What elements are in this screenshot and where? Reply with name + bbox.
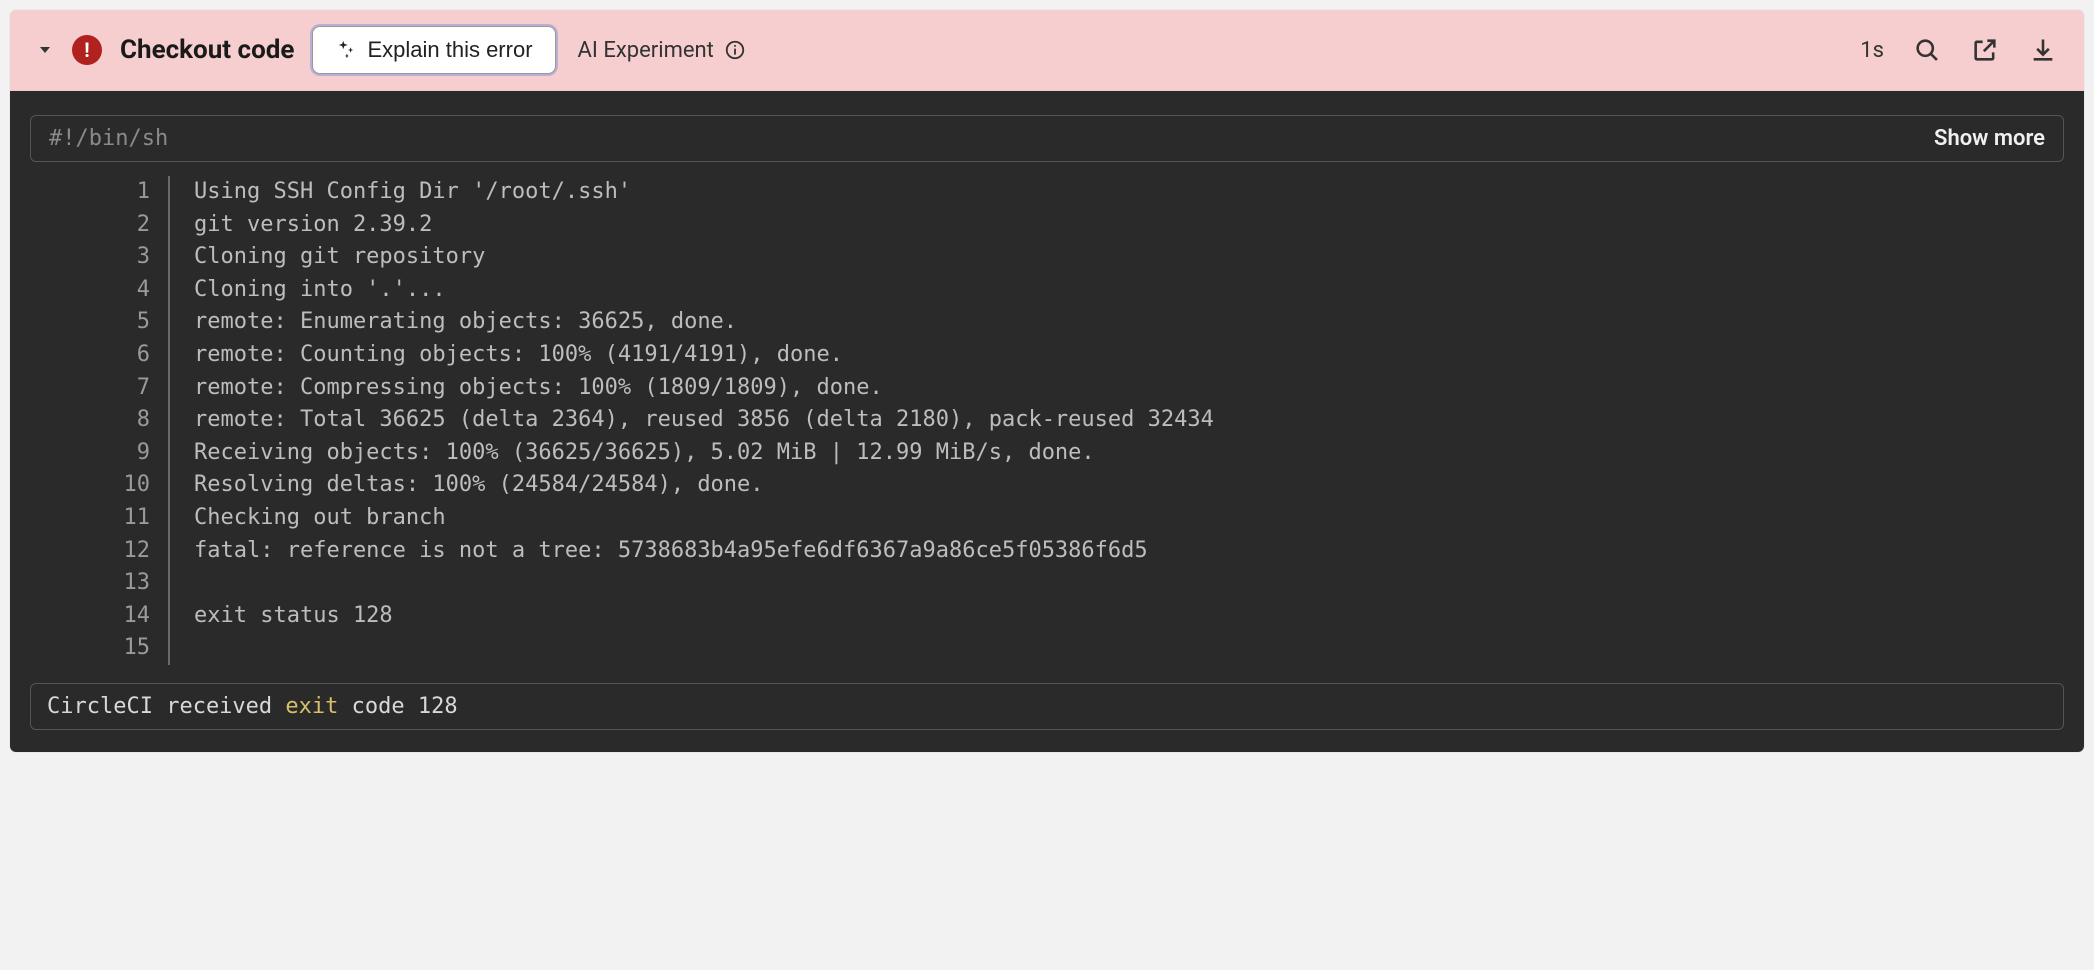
footer-keyword: exit [285, 694, 338, 719]
line-number: 12 [30, 535, 170, 568]
log-line [170, 632, 2064, 665]
show-more-button[interactable]: Show more [1934, 126, 2045, 151]
line-number: 8 [30, 404, 170, 437]
log-line: Checking out branch [170, 502, 2064, 535]
line-number: 6 [30, 339, 170, 372]
command-text: #!/bin/sh [49, 126, 168, 151]
step-panel: ! Checkout code Explain this error AI Ex… [10, 10, 2084, 752]
exit-code-footer: CircleCI received exit code 128 [30, 683, 2064, 730]
log-line: exit status 128 [170, 600, 2064, 633]
line-number: 1 [30, 176, 170, 209]
footer-prefix: CircleCI received [47, 694, 285, 719]
search-icon[interactable] [1912, 35, 1942, 65]
log-line: fatal: reference is not a tree: 5738683b… [170, 535, 2064, 568]
line-number: 2 [30, 209, 170, 242]
log-output: 1Using SSH Config Dir '/root/.ssh'2git v… [30, 176, 2064, 665]
line-number: 3 [30, 241, 170, 274]
ai-experiment-label: AI Experiment [578, 38, 714, 63]
ai-experiment-label-group: AI Experiment [578, 38, 746, 63]
step-body: #!/bin/sh Show more 1Using SSH Config Di… [10, 91, 2084, 752]
explain-error-label: Explain this error [367, 37, 532, 63]
step-title: Checkout code [120, 35, 294, 65]
line-number: 11 [30, 502, 170, 535]
log-line: Receiving objects: 100% (36625/36625), 5… [170, 437, 2064, 470]
log-line: remote: Enumerating objects: 36625, done… [170, 306, 2064, 339]
explain-error-button[interactable]: Explain this error [312, 26, 555, 74]
sparkle-icon [335, 39, 357, 61]
line-number: 7 [30, 372, 170, 405]
step-header[interactable]: ! Checkout code Explain this error AI Ex… [10, 10, 2084, 91]
caret-down-icon[interactable] [36, 41, 54, 59]
line-number: 10 [30, 469, 170, 502]
error-status-icon: ! [72, 35, 102, 65]
log-line: Cloning git repository [170, 241, 2064, 274]
step-header-right: 1s [1860, 35, 2058, 65]
command-bar: #!/bin/sh Show more [30, 115, 2064, 162]
step-duration: 1s [1860, 38, 1884, 63]
line-number: 13 [30, 567, 170, 600]
log-line: Cloning into '.'... [170, 274, 2064, 307]
open-external-icon[interactable] [1970, 35, 2000, 65]
download-icon[interactable] [2028, 35, 2058, 65]
log-line: Resolving deltas: 100% (24584/24584), do… [170, 469, 2064, 502]
line-number: 15 [30, 632, 170, 665]
line-number: 5 [30, 306, 170, 339]
log-line: remote: Counting objects: 100% (4191/419… [170, 339, 2064, 372]
log-line: remote: Total 36625 (delta 2364), reused… [170, 404, 2064, 437]
line-number: 14 [30, 600, 170, 633]
info-icon[interactable] [724, 39, 746, 61]
log-line: remote: Compressing objects: 100% (1809/… [170, 372, 2064, 405]
log-line: Using SSH Config Dir '/root/.ssh' [170, 176, 2064, 209]
step-header-left: ! Checkout code Explain this error AI Ex… [36, 26, 1842, 74]
line-number: 9 [30, 437, 170, 470]
footer-suffix: code 128 [338, 694, 457, 719]
log-line: git version 2.39.2 [170, 209, 2064, 242]
log-line [170, 567, 2064, 600]
line-number: 4 [30, 274, 170, 307]
